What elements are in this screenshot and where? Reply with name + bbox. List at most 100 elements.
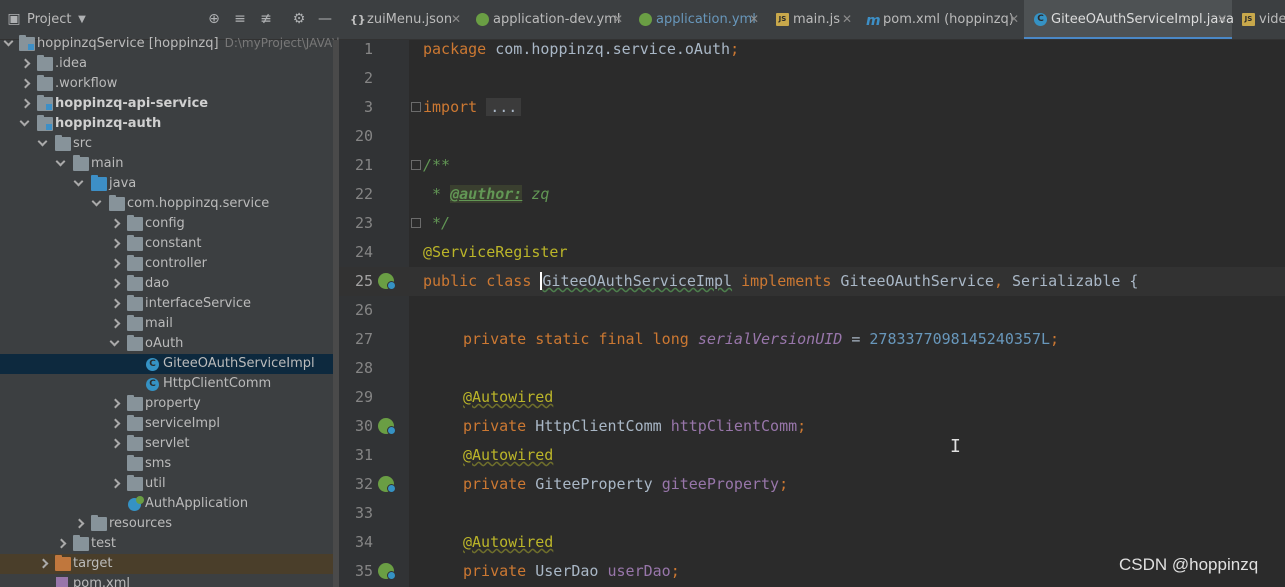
tab-main-js[interactable]: JS main.js ✕ bbox=[773, 0, 855, 39]
tree-item-pom[interactable]: pom.xml bbox=[0, 574, 339, 587]
tree-item-idea[interactable]: .idea bbox=[0, 54, 339, 74]
tree-item-constant[interactable]: constant bbox=[0, 234, 339, 254]
tree-item-serviceimpl[interactable]: serviceImpl bbox=[0, 414, 339, 434]
tree-item-package[interactable]: com.hoppinzq.service bbox=[0, 194, 339, 214]
close-icon[interactable]: ✕ bbox=[451, 12, 461, 26]
code-line-autowired[interactable]: @Autowired bbox=[463, 446, 553, 464]
chevron-right-icon[interactable] bbox=[74, 518, 84, 530]
json-file-icon: {} bbox=[350, 13, 366, 26]
code-line-field-httpclientcomm[interactable]: private HttpClientComm httpClientComm; bbox=[463, 417, 806, 435]
tree-item-controller[interactable]: controller bbox=[0, 254, 339, 274]
js-file-icon: JS bbox=[1242, 13, 1255, 26]
chevron-down-icon[interactable]: ▼ bbox=[74, 11, 90, 27]
tab-application-yml[interactable]: application.yml ✕ bbox=[636, 0, 766, 39]
tab-vide[interactable]: JS vide bbox=[1239, 0, 1285, 39]
code-line-doc-author[interactable]: * @author: zq bbox=[423, 185, 549, 203]
chevron-right-icon[interactable] bbox=[110, 278, 120, 290]
tree-item-servlet[interactable]: servlet bbox=[0, 434, 339, 454]
tree-item-workflow[interactable]: .workflow bbox=[0, 74, 339, 94]
tree-item-sms[interactable]: sms bbox=[0, 454, 339, 474]
tree-item-util[interactable]: util bbox=[0, 474, 339, 494]
code-line-doc-start[interactable]: /** bbox=[423, 156, 450, 174]
chevron-down-icon[interactable] bbox=[56, 158, 66, 170]
spring-bean-gutter-icon[interactable] bbox=[378, 418, 396, 435]
code-line-field-userdao[interactable]: private UserDao userDao; bbox=[463, 562, 680, 580]
chevron-right-icon[interactable] bbox=[110, 478, 120, 490]
tree-item-root[interactable]: hoppinzqService [hoppinzq] D:\myProject\J… bbox=[0, 34, 339, 54]
chevron-right-icon[interactable] bbox=[110, 298, 120, 310]
expand-all-icon[interactable]: ≡ bbox=[232, 11, 248, 27]
tree-item-target[interactable]: target bbox=[0, 554, 339, 574]
chevron-right-icon[interactable] bbox=[110, 218, 120, 230]
spring-bean-gutter-icon[interactable] bbox=[378, 273, 396, 290]
tree-item-giteeoauthserviceimpl[interactable]: C GiteeOAuthServiceImpl bbox=[0, 354, 339, 374]
tree-item-property[interactable]: property bbox=[0, 394, 339, 414]
tree-item-dao[interactable]: dao bbox=[0, 274, 339, 294]
tree-item-auth[interactable]: hoppinzq-auth bbox=[0, 114, 339, 134]
chevron-down-icon[interactable] bbox=[4, 38, 14, 50]
tree-item-api-service[interactable]: hoppinzq-api-service bbox=[0, 94, 339, 114]
tree-item-mail[interactable]: mail bbox=[0, 314, 339, 334]
chevron-down-icon[interactable] bbox=[74, 178, 84, 190]
chevron-right-icon[interactable] bbox=[38, 558, 48, 570]
tab-pom-xml[interactable]: m pom.xml (hoppinzq) ✕ bbox=[863, 0, 1023, 39]
tree-item-test[interactable]: test bbox=[0, 534, 339, 554]
close-icon[interactable]: ✕ bbox=[749, 12, 759, 26]
chevron-down-icon[interactable] bbox=[92, 198, 102, 210]
tree-item-httpclientcomm[interactable]: C HttpClientComm bbox=[0, 374, 339, 394]
line-number: 23 bbox=[354, 214, 373, 232]
code-line-package[interactable]: package com.hoppinzq.service.oAuth; bbox=[423, 40, 739, 58]
chevron-right-icon[interactable] bbox=[20, 78, 30, 90]
tree-item-config[interactable]: config bbox=[0, 214, 339, 234]
code-line-field-giteeproperty[interactable]: private GiteeProperty giteeProperty; bbox=[463, 475, 788, 493]
fold-collapse-icon[interactable] bbox=[411, 218, 421, 228]
chevron-down-icon[interactable] bbox=[20, 118, 30, 130]
collapse-all-icon[interactable]: ≢ bbox=[258, 11, 274, 27]
gear-icon[interactable]: ⚙ bbox=[291, 11, 307, 27]
chevron-right-icon[interactable] bbox=[20, 58, 30, 70]
minimize-icon[interactable]: — bbox=[317, 11, 333, 27]
chevron-right-icon[interactable] bbox=[110, 238, 120, 250]
locate-file-icon[interactable]: ⊕ bbox=[206, 11, 222, 27]
spring-bean-gutter-icon[interactable] bbox=[378, 563, 396, 580]
tree-item-oauth[interactable]: oAuth bbox=[0, 334, 339, 354]
close-icon[interactable]: ✕ bbox=[613, 12, 623, 26]
tree-item-label: util bbox=[145, 476, 166, 491]
chevron-right-icon[interactable] bbox=[20, 98, 30, 110]
tree-item-java[interactable]: java bbox=[0, 174, 339, 194]
code-line-autowired[interactable]: @Autowired bbox=[463, 388, 553, 406]
tree-item-interfaceservice[interactable]: interfaceService bbox=[0, 294, 339, 314]
spring-bean-gutter-icon[interactable] bbox=[378, 476, 396, 493]
chevron-down-icon[interactable] bbox=[110, 338, 120, 350]
project-panel-title[interactable]: Project bbox=[27, 12, 71, 27]
chevron-right-icon[interactable] bbox=[110, 318, 120, 330]
folded-imports[interactable]: ... bbox=[486, 98, 522, 116]
close-icon[interactable]: ✕ bbox=[842, 12, 852, 26]
code-line-class-declaration[interactable]: public class GiteeOAuthServiceImpl imple… bbox=[423, 272, 1138, 290]
tree-item-src[interactable]: src bbox=[0, 134, 339, 154]
code-editor[interactable] bbox=[409, 40, 1285, 587]
tree-item-resources[interactable]: resources bbox=[0, 514, 339, 534]
tree-item-main[interactable]: main bbox=[0, 154, 339, 174]
tab-giteeoauthserviceimpl-java[interactable]: C GiteeOAuthServiceImpl.java ✕ bbox=[1024, 0, 1234, 39]
tree-item-authapplication[interactable]: AuthApplication bbox=[0, 494, 339, 514]
tab-zuimenu-json[interactable]: {} zuiMenu.json ✕ bbox=[347, 0, 465, 39]
fold-expand-icon[interactable] bbox=[411, 102, 421, 112]
close-icon[interactable]: ✕ bbox=[1217, 12, 1227, 26]
tab-application-dev-yml[interactable]: application-dev.yml ✕ bbox=[473, 0, 629, 39]
code-line-serial-uid[interactable]: private static final long serialVersionU… bbox=[463, 330, 1059, 348]
chevron-right-icon[interactable] bbox=[110, 398, 120, 410]
chevron-down-icon[interactable] bbox=[38, 138, 48, 150]
close-icon[interactable]: ✕ bbox=[1009, 12, 1019, 26]
code-line-annotation[interactable]: @ServiceRegister bbox=[423, 243, 568, 261]
chevron-right-icon[interactable] bbox=[110, 258, 120, 270]
code-line-doc-end[interactable]: */ bbox=[423, 214, 450, 232]
chevron-right-icon[interactable] bbox=[110, 438, 120, 450]
fold-collapse-icon[interactable] bbox=[411, 160, 421, 170]
chevron-right-icon[interactable] bbox=[110, 418, 120, 430]
tree-item-label: sms bbox=[145, 456, 172, 471]
code-line-autowired[interactable]: @Autowired bbox=[463, 533, 553, 551]
line-number: 22 bbox=[354, 185, 373, 203]
chevron-right-icon[interactable] bbox=[56, 538, 66, 550]
code-line-import[interactable]: import ... bbox=[423, 98, 522, 116]
